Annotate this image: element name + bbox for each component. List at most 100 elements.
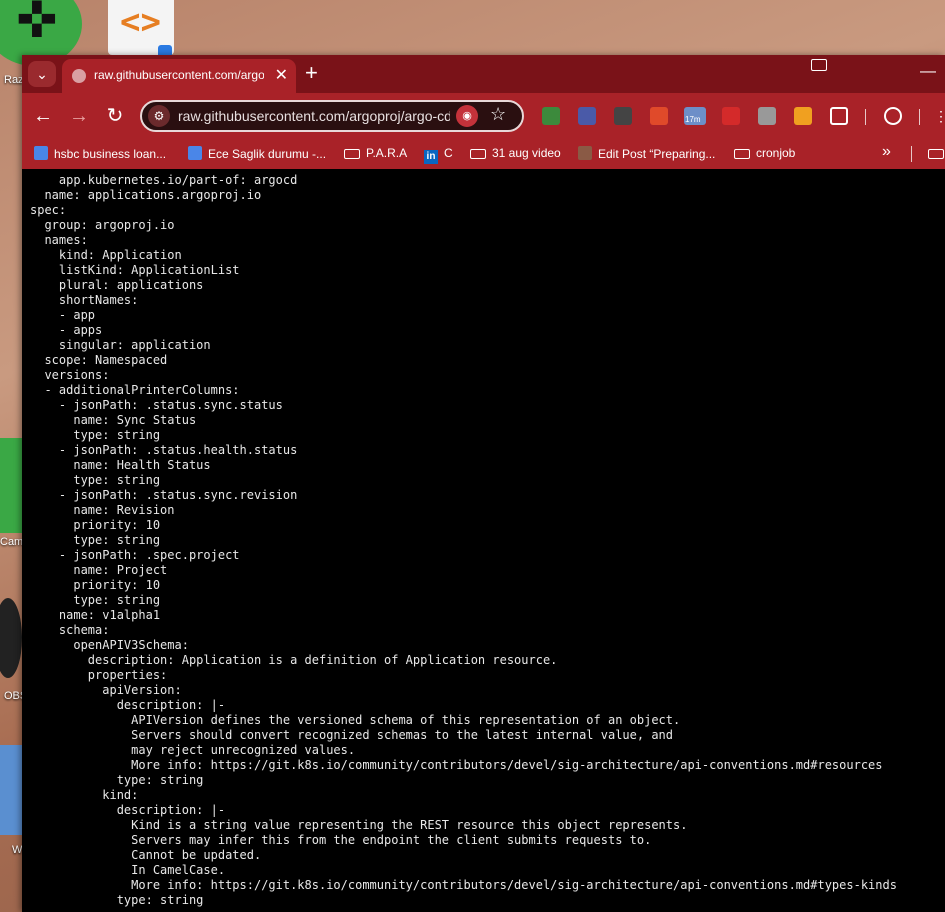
extension-screenshot-icon[interactable] bbox=[758, 107, 776, 125]
code-line: - jsonPath: .spec.project bbox=[30, 548, 240, 562]
extension-fire-icon[interactable] bbox=[650, 107, 668, 125]
bookmark-label: 31 aug video bbox=[492, 146, 561, 160]
code-line: versions: bbox=[30, 368, 110, 382]
menu-kebab-icon[interactable]: ⋮ bbox=[934, 107, 945, 125]
window-icon[interactable] bbox=[811, 59, 827, 71]
code-line: names: bbox=[30, 233, 88, 247]
code-line: More info: https://git.k8s.io/community/… bbox=[30, 878, 897, 892]
code-line: name: applications.argoproj.io bbox=[30, 188, 262, 202]
folder-icon bbox=[928, 149, 944, 159]
folder-icon bbox=[470, 149, 486, 159]
code-line: group: argoproj.io bbox=[30, 218, 175, 232]
code-line: name: Health Status bbox=[30, 458, 211, 472]
code-line: singular: application bbox=[30, 338, 211, 352]
all-bookmarks-folder[interactable] bbox=[928, 146, 945, 160]
title-bar: ⌄ raw.githubusercontent.com/argoproj/arg… bbox=[22, 55, 945, 93]
raw-yaml-content: app.kubernetes.io/part-of: argocd name: … bbox=[22, 169, 945, 912]
code-line: - apps bbox=[30, 323, 103, 337]
code-line: name: Sync Status bbox=[30, 413, 197, 427]
forward-button[interactable]: → bbox=[66, 103, 92, 129]
extension-slack-icon[interactable] bbox=[542, 107, 560, 125]
code-line: name: Project bbox=[30, 563, 168, 577]
browser-window: ⌄ raw.githubusercontent.com/argoproj/arg… bbox=[22, 55, 945, 912]
code-line: name: v1alpha1 bbox=[30, 608, 161, 622]
code-line: listKind: ApplicationList bbox=[30, 263, 240, 277]
extension-corner-icon[interactable] bbox=[794, 107, 812, 125]
code-line: kind: Application bbox=[30, 248, 182, 262]
bookmark-star-icon[interactable]: ☆ bbox=[490, 104, 506, 125]
code-line: type: string bbox=[30, 533, 161, 547]
tab-title: raw.githubusercontent.com/argoproj/argo-… bbox=[94, 68, 264, 82]
code-line: type: string bbox=[30, 428, 161, 442]
bookmarks-divider bbox=[911, 146, 912, 162]
address-bar[interactable]: ⚙ raw.githubusercontent.com/argoproj/arg… bbox=[140, 100, 524, 132]
code-line: Kind is a string value representing the … bbox=[30, 818, 688, 832]
tab-search-button[interactable]: ⌄ bbox=[28, 61, 56, 87]
bookmark-label: Edit Post “Preparing... bbox=[598, 147, 716, 161]
code-line: apiVersion: bbox=[30, 683, 182, 697]
code-line: description: |- bbox=[30, 803, 226, 817]
bookmark-c[interactable]: in C bbox=[424, 146, 453, 164]
code-line: description: |- bbox=[30, 698, 226, 712]
bookmark-cronjob[interactable]: cronjob bbox=[734, 146, 795, 160]
code-line: Servers should convert recognized schema… bbox=[30, 728, 673, 742]
code-line: plural: applications bbox=[30, 278, 204, 292]
bookmark-label: hsbc business loan... bbox=[54, 147, 167, 161]
more-bookmarks-chevron-icon[interactable]: » bbox=[882, 143, 891, 161]
code-editor-icon[interactable]: <> bbox=[108, 0, 174, 59]
code-line: Cannot be updated. bbox=[30, 848, 262, 862]
code-line: app.kubernetes.io/part-of: argocd bbox=[30, 173, 298, 187]
url-text[interactable]: raw.githubusercontent.com/argoproj/argo-… bbox=[178, 108, 450, 124]
extension-timer-icon[interactable]: 17m bbox=[684, 107, 706, 125]
doc-icon bbox=[34, 146, 48, 160]
code-line: - jsonPath: .status.sync.status bbox=[30, 398, 283, 412]
desktop-app-tile-camera[interactable] bbox=[0, 438, 22, 533]
code-line: description: Application is a definition… bbox=[30, 653, 558, 667]
back-button[interactable]: ← bbox=[30, 103, 56, 129]
code-line: More info: https://git.k8s.io/community/… bbox=[30, 758, 883, 772]
extension-ag-icon[interactable] bbox=[614, 107, 632, 125]
code-line: In CamelCase. bbox=[30, 863, 226, 877]
desktop-label-cam: Cam bbox=[0, 536, 24, 548]
globe-icon bbox=[72, 69, 86, 83]
doc-icon bbox=[188, 146, 202, 160]
toolbar-divider-2 bbox=[919, 109, 920, 125]
google-lens-icon[interactable]: ◉ bbox=[456, 105, 478, 127]
extensions-puzzle-icon[interactable] bbox=[830, 107, 848, 125]
code-line: type: string bbox=[30, 473, 161, 487]
bookmark-31-aug-video[interactable]: 31 aug video bbox=[470, 146, 561, 160]
bookmark-ece[interactable]: Ece Saglik durumu -... bbox=[188, 146, 326, 161]
bookmark-hsbc[interactable]: hsbc business loan... bbox=[34, 146, 166, 161]
extension-dots-icon[interactable] bbox=[722, 107, 740, 125]
bookmark-label: cronjob bbox=[756, 146, 796, 160]
code-line: - additionalPrinterColumns: bbox=[30, 383, 240, 397]
active-tab[interactable]: raw.githubusercontent.com/argoproj/argo-… bbox=[62, 59, 296, 93]
crosshair-icon: ✜ bbox=[16, 0, 58, 49]
avatar-icon bbox=[578, 146, 592, 160]
code-line: scope: Namespaced bbox=[30, 353, 168, 367]
bookmark-label: C bbox=[444, 146, 453, 160]
code-line: - jsonPath: .status.health.status bbox=[30, 443, 298, 457]
close-tab-icon[interactable]: ✕ bbox=[275, 65, 288, 85]
bookmark-edit-post[interactable]: Edit Post “Preparing... bbox=[578, 146, 715, 161]
code-line: priority: 10 bbox=[30, 518, 161, 532]
code-line: Servers may infer this from the endpoint… bbox=[30, 833, 652, 847]
code-line: APIVersion defines the versioned schema … bbox=[30, 713, 681, 727]
code-line: type: string bbox=[30, 773, 204, 787]
desktop-app-tile-w[interactable] bbox=[0, 745, 22, 835]
bookmark-para[interactable]: P.A.R.A bbox=[344, 146, 407, 160]
code-line: schema: bbox=[30, 623, 110, 637]
desktop-app-tile-obs[interactable] bbox=[0, 598, 22, 678]
code-line: spec: bbox=[30, 203, 67, 217]
bookmark-label: Ece Saglik durumu -... bbox=[208, 147, 327, 161]
extension-timer-badge: 17m bbox=[685, 115, 701, 124]
new-tab-button[interactable]: + bbox=[305, 62, 318, 84]
code-line: kind: bbox=[30, 788, 139, 802]
reload-button[interactable]: ↻ bbox=[102, 103, 128, 129]
code-line: may reject unrecognized values. bbox=[30, 743, 356, 757]
folder-icon bbox=[344, 149, 360, 159]
lens-toolbar-icon[interactable] bbox=[884, 107, 902, 125]
extension-reader-icon[interactable] bbox=[578, 107, 596, 125]
site-info-icon[interactable]: ⚙ bbox=[148, 105, 170, 127]
minimize-button[interactable]: — bbox=[920, 63, 936, 81]
